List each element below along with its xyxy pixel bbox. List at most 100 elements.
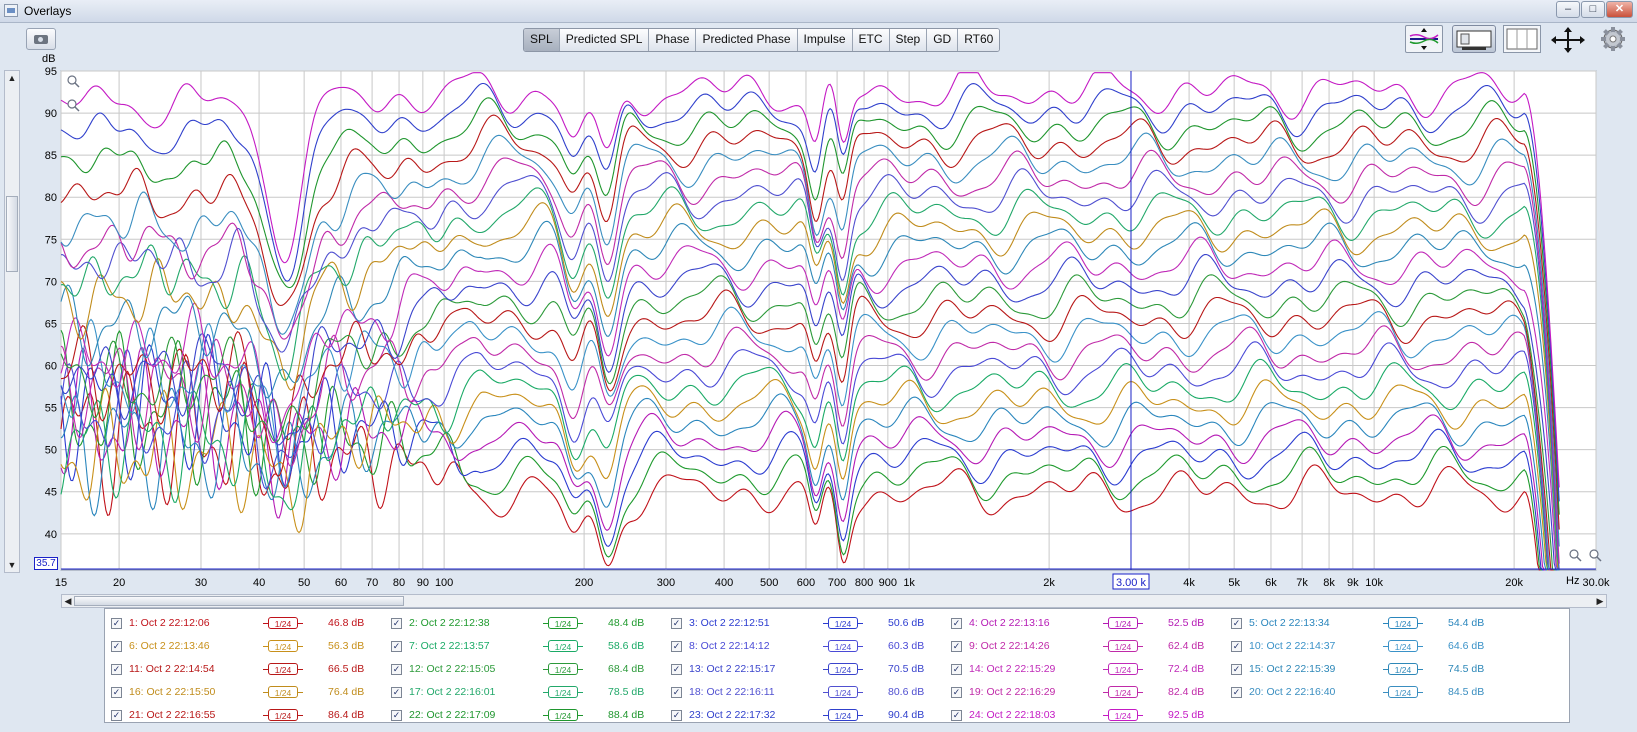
smoothing-button[interactable]: 1/24 bbox=[263, 663, 303, 675]
offset-value[interactable]: 52.5 dB bbox=[1168, 613, 1204, 633]
legend-checkbox[interactable]: ✓ bbox=[391, 641, 402, 652]
legend-checkbox[interactable]: ✓ bbox=[111, 618, 122, 629]
offset-value[interactable]: 62.4 dB bbox=[1168, 636, 1204, 656]
horizontal-scroll-thumb[interactable] bbox=[74, 596, 404, 606]
legend-checkbox[interactable]: ✓ bbox=[111, 664, 122, 675]
smoothing-button[interactable]: 1/24 bbox=[263, 686, 303, 698]
legend-checkbox[interactable]: ✓ bbox=[671, 664, 682, 675]
measurement-name: 17: Oct 2 22:16:01 bbox=[409, 686, 496, 698]
cursor-y-readout: 35.7 bbox=[34, 557, 58, 570]
legend-item: ✓ 14: Oct 2 22:15:29 1/24 72.4 dB bbox=[951, 659, 1221, 679]
spl-chart[interactable]: 40 45 50 55 60 65 70 75 80 85 90 95 15 20 30 40 50 60 70 80… bbox=[0, 0, 1637, 600]
offset-value[interactable]: 82.4 dB bbox=[1168, 682, 1204, 702]
scroll-right-icon[interactable]: ▶ bbox=[1595, 595, 1605, 607]
legend-checkbox[interactable]: ✓ bbox=[111, 710, 122, 721]
offset-value[interactable]: 86.4 dB bbox=[328, 705, 364, 725]
smoothing-button[interactable]: 1/24 bbox=[543, 709, 583, 721]
offset-value[interactable]: 48.4 dB bbox=[608, 613, 644, 633]
smoothing-button[interactable]: 1/24 bbox=[1383, 617, 1423, 629]
x-tick-label: 200 bbox=[575, 577, 593, 589]
offset-value[interactable]: 84.5 dB bbox=[1448, 682, 1484, 702]
legend-item: ✓ 10: Oct 2 22:14:37 1/24 64.6 dB bbox=[1231, 636, 1501, 656]
x-tick-label: 15 bbox=[55, 577, 67, 589]
legend-item: ✓ 20: Oct 2 22:16:40 1/24 84.5 dB bbox=[1231, 682, 1501, 702]
smoothing-button[interactable]: 1/24 bbox=[1383, 663, 1423, 675]
smoothing-button[interactable]: 1/24 bbox=[823, 617, 863, 629]
measurement-name: 5: Oct 2 22:13:34 bbox=[1249, 617, 1330, 629]
x-tick-label: 60 bbox=[335, 577, 347, 589]
offset-value[interactable]: 46.8 dB bbox=[328, 613, 364, 633]
legend-checkbox[interactable]: ✓ bbox=[391, 618, 402, 629]
measurement-name: 3: Oct 2 22:12:51 bbox=[689, 617, 770, 629]
legend-item: ✓ 15: Oct 2 22:15:39 1/24 74.5 dB bbox=[1231, 659, 1501, 679]
legend-checkbox[interactable]: ✓ bbox=[671, 687, 682, 698]
offset-value[interactable]: 92.5 dB bbox=[1168, 705, 1204, 725]
legend-checkbox[interactable]: ✓ bbox=[1231, 641, 1242, 652]
legend-checkbox[interactable]: ✓ bbox=[1231, 618, 1242, 629]
scroll-left-icon[interactable]: ◀ bbox=[63, 595, 73, 607]
offset-value[interactable]: 88.4 dB bbox=[608, 705, 644, 725]
legend-item: ✓ 24: Oct 2 22:18:03 1/24 92.5 dB bbox=[951, 705, 1221, 725]
smoothing-button[interactable]: 1/24 bbox=[263, 640, 303, 652]
offset-value[interactable]: 78.5 dB bbox=[608, 682, 644, 702]
smoothing-button[interactable]: 1/24 bbox=[1103, 640, 1143, 652]
legend-checkbox[interactable]: ✓ bbox=[951, 664, 962, 675]
offset-value[interactable]: 58.6 dB bbox=[608, 636, 644, 656]
smoothing-button[interactable]: 1/24 bbox=[1103, 686, 1143, 698]
legend-item: ✓ 9: Oct 2 22:14:26 1/24 62.4 dB bbox=[951, 636, 1221, 656]
smoothing-button[interactable]: 1/24 bbox=[543, 617, 583, 629]
legend-checkbox[interactable]: ✓ bbox=[391, 664, 402, 675]
smoothing-button[interactable]: 1/24 bbox=[1103, 617, 1143, 629]
offset-value[interactable]: 50.6 dB bbox=[888, 613, 924, 633]
offset-value[interactable]: 80.6 dB bbox=[888, 682, 924, 702]
legend-checkbox[interactable]: ✓ bbox=[951, 710, 962, 721]
y-tick-label: 65 bbox=[45, 318, 57, 330]
smoothing-button[interactable]: 1/24 bbox=[823, 663, 863, 675]
offset-value[interactable]: 60.3 dB bbox=[888, 636, 924, 656]
legend-checkbox[interactable]: ✓ bbox=[1231, 664, 1242, 675]
offset-value[interactable]: 76.4 dB bbox=[328, 682, 364, 702]
offset-value[interactable]: 66.5 dB bbox=[328, 659, 364, 679]
legend-item: ✓ 8: Oct 2 22:14:12 1/24 60.3 dB bbox=[671, 636, 941, 656]
smoothing-button[interactable]: 1/24 bbox=[823, 686, 863, 698]
offset-value[interactable]: 72.4 dB bbox=[1168, 659, 1204, 679]
legend-checkbox[interactable]: ✓ bbox=[951, 641, 962, 652]
smoothing-button[interactable]: 1/24 bbox=[263, 709, 303, 721]
measurement-name: 8: Oct 2 22:14:12 bbox=[689, 640, 770, 652]
legend-checkbox[interactable]: ✓ bbox=[111, 641, 122, 652]
y-tick-label: 80 bbox=[45, 192, 57, 204]
smoothing-button[interactable]: 1/24 bbox=[1103, 663, 1143, 675]
legend-item: ✓ 21: Oct 2 22:16:55 1/24 86.4 dB bbox=[111, 705, 381, 725]
smoothing-button[interactable]: 1/24 bbox=[543, 663, 583, 675]
smoothing-button[interactable]: 1/24 bbox=[1383, 686, 1423, 698]
legend-checkbox[interactable]: ✓ bbox=[951, 618, 962, 629]
measurement-name: 6: Oct 2 22:13:46 bbox=[129, 640, 210, 652]
smoothing-button[interactable]: 1/24 bbox=[543, 686, 583, 698]
smoothing-button[interactable]: 1/24 bbox=[1383, 640, 1423, 652]
smoothing-button[interactable]: 1/24 bbox=[263, 617, 303, 629]
offset-value[interactable]: 64.6 dB bbox=[1448, 636, 1484, 656]
y-tick-label: 60 bbox=[45, 361, 57, 373]
smoothing-button[interactable]: 1/24 bbox=[823, 709, 863, 721]
offset-value[interactable]: 90.4 dB bbox=[888, 705, 924, 725]
smoothing-button[interactable]: 1/24 bbox=[1103, 709, 1143, 721]
measurement-name: 16: Oct 2 22:15:50 bbox=[129, 686, 216, 698]
legend-checkbox[interactable]: ✓ bbox=[1231, 687, 1242, 698]
offset-value[interactable]: 68.4 dB bbox=[608, 659, 644, 679]
legend-checkbox[interactable]: ✓ bbox=[671, 641, 682, 652]
legend-checkbox[interactable]: ✓ bbox=[391, 710, 402, 721]
legend-checkbox[interactable]: ✓ bbox=[111, 687, 122, 698]
offset-value[interactable]: 56.3 dB bbox=[328, 636, 364, 656]
legend-checkbox[interactable]: ✓ bbox=[671, 618, 682, 629]
horizontal-scrollbar[interactable]: ◀ ▶ bbox=[61, 594, 1607, 608]
legend-checkbox[interactable]: ✓ bbox=[391, 687, 402, 698]
legend-checkbox[interactable]: ✓ bbox=[951, 687, 962, 698]
smoothing-button[interactable]: 1/24 bbox=[823, 640, 863, 652]
x-tick-label: 8k bbox=[1323, 577, 1335, 589]
smoothing-button[interactable]: 1/24 bbox=[543, 640, 583, 652]
legend-checkbox[interactable]: ✓ bbox=[671, 710, 682, 721]
offset-value[interactable]: 70.5 dB bbox=[888, 659, 924, 679]
offset-value[interactable]: 54.4 dB bbox=[1448, 613, 1484, 633]
offset-value[interactable]: 74.5 dB bbox=[1448, 659, 1484, 679]
measurement-name: 14: Oct 2 22:15:29 bbox=[969, 663, 1056, 675]
